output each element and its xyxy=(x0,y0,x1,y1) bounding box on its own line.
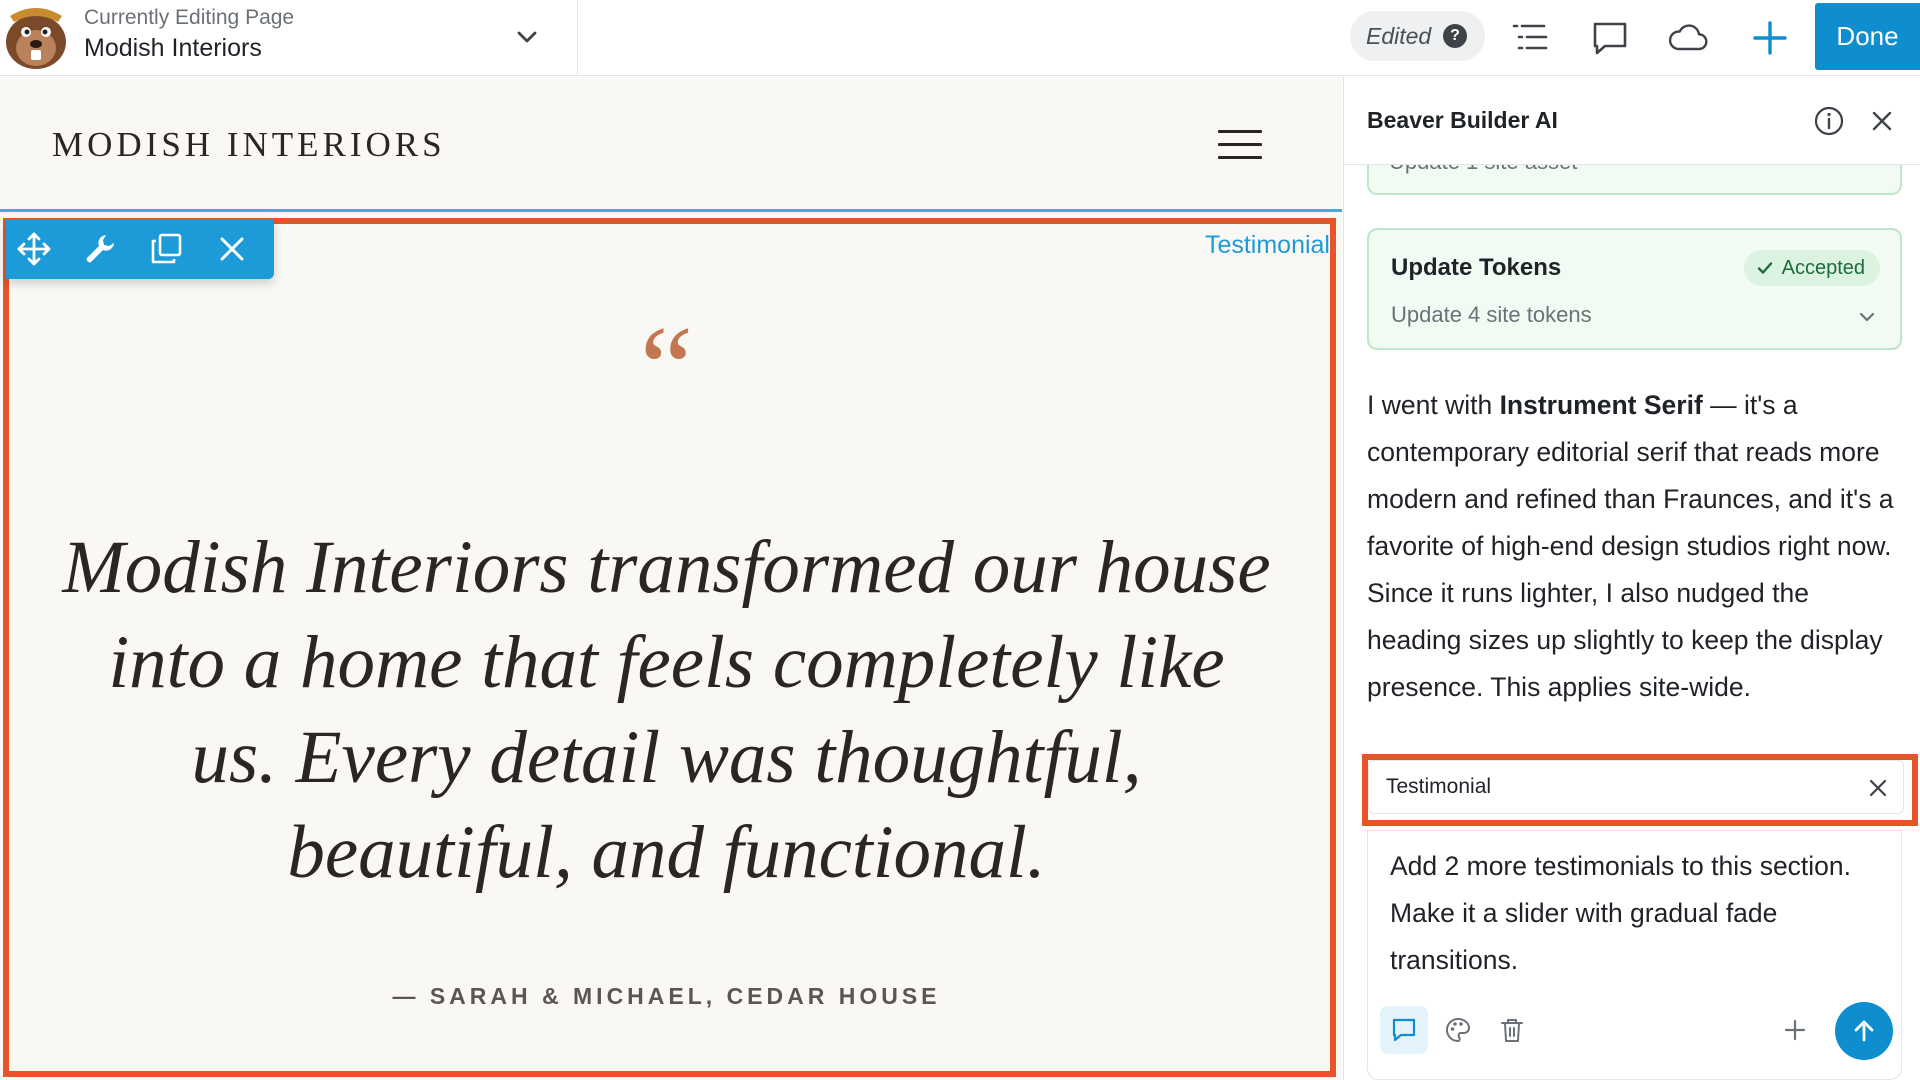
top-toolbar: Currently Editing Page Modish Interiors … xyxy=(0,0,1920,76)
info-icon[interactable] xyxy=(1813,105,1845,137)
edited-status-label: Edited xyxy=(1366,22,1432,49)
ai-message: I went with Instrument Serif — it's a co… xyxy=(1367,382,1907,711)
comment-icon[interactable] xyxy=(1588,16,1632,60)
card-title: Update Tokens xyxy=(1391,254,1562,281)
ai-message-text: — it's a contemporary editorial serif th… xyxy=(1367,390,1894,702)
testimonial-quote: Modish Interiors transformed our house i… xyxy=(62,526,1271,894)
ai-assistant-panel: Beaver Builder AI Update 1 site asset Up… xyxy=(1343,77,1920,1080)
add-icon[interactable] xyxy=(1748,16,1792,60)
palette-icon xyxy=(1446,1017,1471,1043)
outline-list-icon[interactable] xyxy=(1508,16,1552,60)
cloud-icon[interactable] xyxy=(1666,16,1710,60)
remove-context-icon[interactable] xyxy=(1866,776,1890,800)
panel-title: Beaver Builder AI xyxy=(1367,107,1558,133)
editing-label: Currently Editing Page xyxy=(84,6,295,29)
accepted-badge: Accepted xyxy=(1743,250,1880,286)
module-type-label[interactable]: Testimonial xyxy=(1205,231,1330,260)
ai-message-emphasis: Instrument Serif xyxy=(1499,390,1703,420)
ai-message-text: I went with xyxy=(1367,390,1500,420)
arrow-up-icon xyxy=(1854,1020,1874,1042)
context-chip[interactable]: Testimonial xyxy=(1362,754,1918,826)
done-button[interactable]: Done xyxy=(1815,3,1920,70)
trash-icon xyxy=(1501,1019,1523,1042)
edited-status-button[interactable]: Edited ? xyxy=(1350,11,1485,61)
chevron-down-icon[interactable] xyxy=(512,22,542,52)
card-subtitle: Update 4 site tokens xyxy=(1391,302,1592,327)
duplicate-icon[interactable] xyxy=(148,231,184,267)
move-icon[interactable] xyxy=(16,231,52,267)
plus-icon xyxy=(1784,1019,1806,1041)
page-title[interactable]: Modish Interiors xyxy=(84,32,294,64)
site-logo[interactable]: MODISH INTERIORS xyxy=(52,125,446,165)
check-icon xyxy=(1757,262,1772,274)
close-icon[interactable] xyxy=(1868,107,1896,135)
site-header: MODISH INTERIORS xyxy=(0,77,1342,212)
update-tokens-card[interactable]: Update Tokens Accepted Update 4 site tok… xyxy=(1367,228,1902,350)
attach-button[interactable] xyxy=(1771,1006,1819,1054)
beaver-logo-icon xyxy=(6,8,66,69)
close-icon[interactable] xyxy=(214,231,250,267)
module-toolbar xyxy=(6,219,274,279)
previous-action-text: Update 1 site asset xyxy=(1389,165,1577,175)
accepted-badge-label: Accepted xyxy=(1781,256,1865,279)
prompt-composer: Add 2 more testimonials to this section.… xyxy=(1367,830,1902,1080)
prompt-input[interactable]: Add 2 more testimonials to this section.… xyxy=(1390,843,1860,984)
clear-button[interactable] xyxy=(1488,1006,1536,1054)
context-chip-label: Testimonial xyxy=(1386,775,1492,798)
style-button[interactable] xyxy=(1434,1006,1482,1054)
testimonial-attribution: — SARAH & MICHAEL, CEDAR HOUSE xyxy=(392,983,941,1009)
send-button[interactable] xyxy=(1835,1002,1893,1060)
panel-header: Beaver Builder AI xyxy=(1344,77,1920,165)
comment-icon xyxy=(1392,1018,1416,1042)
previous-action-card: Update 1 site asset xyxy=(1367,165,1902,195)
chat-mode-button[interactable] xyxy=(1380,1006,1428,1054)
chevron-down-icon[interactable] xyxy=(1856,306,1878,328)
quote-mark-icon: “ xyxy=(639,318,694,388)
menu-icon[interactable] xyxy=(1218,130,1262,162)
page-canvas: MODISH INTERIORS Testimonial “ Modish In… xyxy=(0,77,1342,1080)
help-icon: ? xyxy=(1443,24,1467,48)
page-meta: Currently Editing Page Modish Interiors xyxy=(84,6,294,64)
wrench-icon[interactable] xyxy=(82,231,118,267)
divider xyxy=(577,0,578,76)
